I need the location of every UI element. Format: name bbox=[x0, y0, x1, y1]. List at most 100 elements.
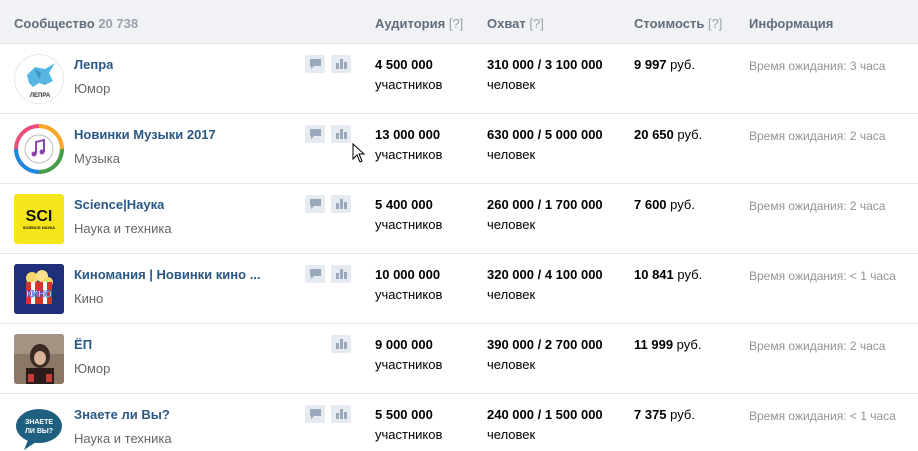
audience-value: 13 000 000 bbox=[375, 127, 441, 142]
help-link[interactable]: [?] bbox=[529, 16, 543, 31]
bar-chart-icon bbox=[335, 339, 347, 349]
bar-chart-icon bbox=[335, 59, 347, 69]
reach-unit: человек bbox=[487, 427, 536, 442]
wait-time: Время ожидания: 2 часа bbox=[749, 129, 886, 143]
price-value: 7 375 руб. bbox=[634, 407, 695, 422]
message-button[interactable] bbox=[305, 125, 325, 143]
community-name-link[interactable]: Новинки Музыки 2017 bbox=[74, 127, 216, 142]
cinema-logo-icon: КИНО bbox=[14, 264, 64, 314]
wait-time: Время ожидания: < 1 часа bbox=[749, 409, 896, 423]
stats-button[interactable] bbox=[331, 265, 351, 283]
music-note-icon bbox=[14, 124, 64, 174]
bar-chart-icon bbox=[335, 199, 347, 209]
message-button[interactable] bbox=[305, 195, 325, 213]
stats-button[interactable] bbox=[331, 335, 351, 353]
avatar-lepra[interactable]: ЛЕПРА bbox=[14, 54, 64, 104]
message-icon bbox=[309, 269, 321, 279]
audience-unit: участников bbox=[375, 217, 443, 232]
avatar-znaete[interactable]: ЗНАЕТЕ ЛИ ВЫ? bbox=[14, 404, 64, 451]
avatar-kinomania[interactable]: КИНО bbox=[14, 264, 64, 314]
message-icon bbox=[309, 59, 321, 69]
community-category: Музыка bbox=[74, 151, 120, 166]
table-row[interactable]: КИНО Киномания | Новинки кино ... Кино 1… bbox=[0, 254, 918, 324]
svg-text:ЗНАЕТЕ: ЗНАЕТЕ bbox=[25, 419, 53, 426]
wait-time: Время ожидания: 3 часа bbox=[749, 59, 886, 73]
help-link[interactable]: [?] bbox=[708, 16, 722, 31]
table-row[interactable]: ЁП Юмор 9 000 000 участников 390 000 / 2… bbox=[0, 324, 918, 394]
community-name-link[interactable]: Киномания | Новинки кино ... bbox=[74, 267, 261, 282]
audience-value: 4 500 000 bbox=[375, 57, 433, 72]
audience-value: 5 400 000 bbox=[375, 197, 433, 212]
bar-chart-icon bbox=[335, 409, 347, 419]
stats-button[interactable] bbox=[331, 125, 351, 143]
message-button[interactable] bbox=[305, 265, 325, 283]
mouse-cursor-icon bbox=[352, 143, 366, 163]
community-name-link[interactable]: Лепра bbox=[74, 57, 113, 72]
reach-unit: человек bbox=[487, 217, 536, 232]
svg-text:SCI: SCI bbox=[26, 208, 53, 225]
community-name-link[interactable]: Science|Наука bbox=[74, 197, 164, 212]
table-row[interactable]: Новинки Музыки 2017 Музыка 13 000 000 уч… bbox=[0, 114, 918, 184]
reach-value: 240 000 / 1 500 000 bbox=[487, 407, 603, 422]
bar-chart-icon bbox=[335, 129, 347, 139]
message-icon bbox=[309, 199, 321, 209]
photo-thumbnail-icon bbox=[14, 334, 64, 384]
stats-button[interactable] bbox=[331, 405, 351, 423]
wait-time: Время ожидания: < 1 часа bbox=[749, 269, 896, 283]
community-name-link[interactable]: Знаете ли Вы? bbox=[74, 407, 170, 422]
reach-unit: человек bbox=[487, 147, 536, 162]
unicorn-logo-icon: ЛЕПРА bbox=[27, 63, 55, 99]
column-header-community[interactable]: Сообщество 20 738 bbox=[14, 16, 138, 31]
svg-text:КИНО: КИНО bbox=[26, 289, 51, 299]
table-row[interactable]: ЛЕПРА Лепра Юмор 4 500 000 участников 31… bbox=[0, 44, 918, 114]
reach-value: 260 000 / 1 700 000 bbox=[487, 197, 603, 212]
reach-value: 390 000 / 2 700 000 bbox=[487, 337, 603, 352]
message-button[interactable] bbox=[305, 405, 325, 423]
column-header-audience[interactable]: Аудитория [?] bbox=[375, 16, 463, 31]
community-category: Наука и техника bbox=[74, 431, 172, 446]
svg-text:SCIENCE НАУКА: SCIENCE НАУКА bbox=[23, 225, 55, 230]
reach-value: 310 000 / 3 100 000 bbox=[487, 57, 603, 72]
table-header: Сообщество 20 738 Аудитория [?] Охват [?… bbox=[0, 0, 918, 44]
stats-button[interactable] bbox=[331, 195, 351, 213]
community-category: Кино bbox=[74, 291, 104, 306]
community-category: Наука и техника bbox=[74, 221, 172, 236]
audience-value: 9 000 000 bbox=[375, 337, 433, 352]
audience-unit: участников bbox=[375, 147, 443, 162]
community-count: 20 738 bbox=[98, 16, 139, 31]
svg-text:ЛИ ВЫ?: ЛИ ВЫ? bbox=[25, 428, 53, 435]
price-value: 10 841 руб. bbox=[634, 267, 703, 282]
reach-value: 630 000 / 5 000 000 bbox=[487, 127, 603, 142]
help-link[interactable]: [?] bbox=[449, 16, 463, 31]
audience-value: 10 000 000 bbox=[375, 267, 441, 282]
column-header-reach[interactable]: Охват [?] bbox=[487, 16, 544, 31]
svg-text:ЛЕПРА: ЛЕПРА bbox=[30, 93, 51, 99]
price-value: 9 997 руб. bbox=[634, 57, 695, 72]
reach-unit: человек bbox=[487, 287, 536, 302]
science-logo-icon: SCI SCIENCE НАУКА bbox=[23, 208, 55, 230]
avatar-music[interactable] bbox=[14, 124, 64, 174]
audience-unit: участников bbox=[375, 427, 443, 442]
speech-bubble-logo-icon: ЗНАЕТЕ ЛИ ВЫ? bbox=[16, 409, 62, 450]
column-header-info: Информация bbox=[749, 16, 834, 31]
bar-chart-icon bbox=[335, 269, 347, 279]
audience-unit: участников bbox=[375, 287, 443, 302]
column-header-cost[interactable]: Стоимость [?] bbox=[634, 16, 722, 31]
avatar-yop[interactable] bbox=[14, 334, 64, 384]
community-category: Юмор bbox=[74, 361, 111, 376]
price-value: 11 999 руб. bbox=[634, 337, 702, 352]
message-icon bbox=[309, 409, 321, 419]
table-row[interactable]: ЗНАЕТЕ ЛИ ВЫ? Знаете ли Вы? Наука и техн… bbox=[0, 394, 918, 451]
table-row[interactable]: SCI SCIENCE НАУКА Science|Наука Наука и … bbox=[0, 184, 918, 254]
stats-button[interactable] bbox=[331, 55, 351, 73]
reach-unit: человек bbox=[487, 357, 536, 372]
community-name-link[interactable]: ЁП bbox=[74, 337, 92, 352]
message-button[interactable] bbox=[305, 55, 325, 73]
reach-value: 320 000 / 4 100 000 bbox=[487, 267, 603, 282]
wait-time: Время ожидания: 2 часа bbox=[749, 339, 886, 353]
wait-time: Время ожидания: 2 часа bbox=[749, 199, 886, 213]
message-icon bbox=[309, 129, 321, 139]
avatar-science[interactable]: SCI SCIENCE НАУКА bbox=[14, 194, 64, 244]
community-category: Юмор bbox=[74, 81, 111, 96]
reach-unit: человек bbox=[487, 77, 536, 92]
